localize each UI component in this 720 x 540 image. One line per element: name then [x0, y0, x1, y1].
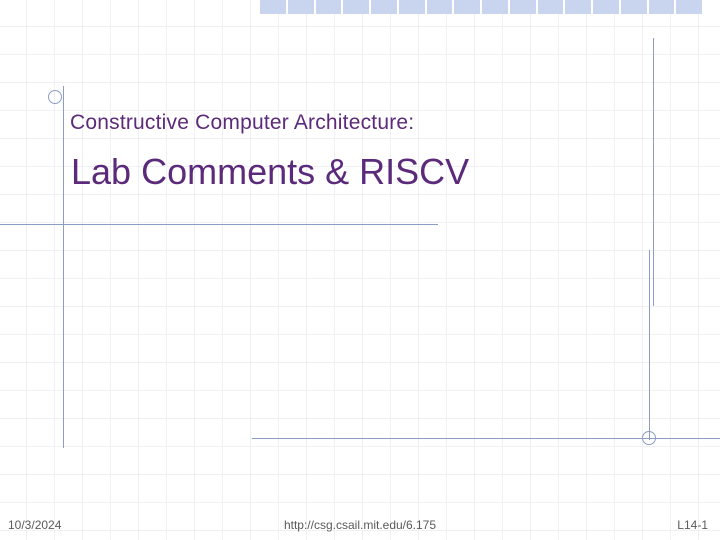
footer-page-label: L14-1: [677, 518, 708, 532]
decor-vline-right-upper: [653, 38, 654, 306]
grid-background: [0, 0, 720, 540]
slide-footer: 10/3/2024 http://csg.csail.mit.edu/6.175…: [0, 518, 720, 532]
top-accent-bar: [260, 0, 702, 14]
slide-subtitle: Constructive Computer Architecture:: [70, 111, 414, 135]
decor-hline-upper: [0, 224, 438, 225]
decor-vline-right-lower: [649, 250, 650, 440]
decor-vline-left: [63, 86, 64, 448]
footer-url: http://csg.csail.mit.edu/6.175: [0, 518, 720, 532]
footer-date: 10/3/2024: [8, 518, 61, 532]
decor-circle-bottom-right: [642, 431, 656, 445]
decor-circle-top-left: [48, 90, 62, 104]
slide-title: Lab Comments & RISCV: [71, 151, 469, 193]
